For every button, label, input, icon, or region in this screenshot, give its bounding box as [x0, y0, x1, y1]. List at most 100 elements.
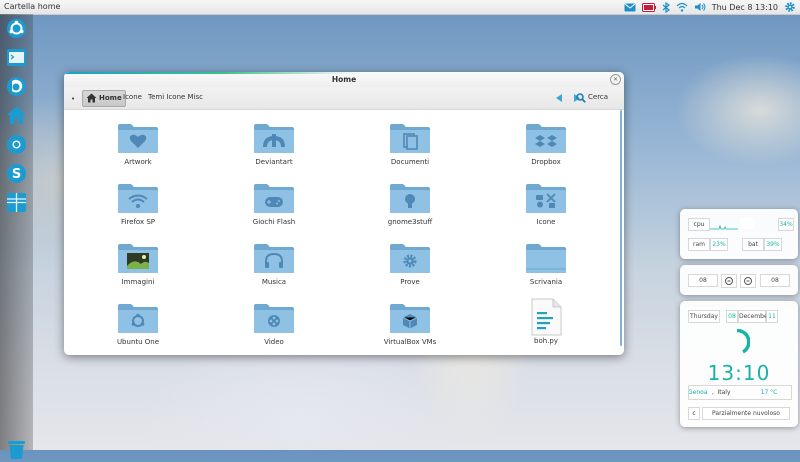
file-manager-window: Home ✕ • Home Icone Temi Icone Misc Cerc…	[64, 72, 624, 355]
clock-time: 13:10	[707, 361, 771, 385]
ram-label: ram	[688, 238, 710, 251]
mixer-right-knob[interactable]	[740, 274, 756, 288]
cpu-graph	[710, 218, 738, 230]
back-arrow-icon[interactable]	[554, 93, 564, 103]
film-folder-icon	[254, 304, 294, 333]
grid-item-label: Icone	[536, 218, 556, 226]
grid-item-label: Deviantart	[255, 158, 293, 166]
grid-item-label: Scrivania	[529, 278, 563, 286]
close-button[interactable]: ✕	[610, 74, 621, 85]
trash-icon[interactable]	[7, 440, 26, 462]
bat-label: bat	[742, 238, 764, 251]
temperature: 17 °C	[760, 389, 778, 396]
weekday: Thursday	[688, 310, 720, 323]
weather-glyph: c	[688, 407, 700, 420]
cpu-value: 34%	[778, 218, 794, 231]
grid-item-firefox-sp[interactable]: Firefox SP	[88, 182, 188, 242]
search-icon	[576, 93, 586, 103]
desktop-folder-icon	[526, 244, 566, 273]
volume-icon[interactable]	[694, 2, 706, 12]
mixer-right-value: 08	[760, 274, 790, 287]
grid-item-immagini[interactable]: Immagini	[88, 242, 188, 302]
wifi-icon[interactable]	[676, 2, 688, 12]
system-tray: Thu Dec 8 13:10	[624, 1, 796, 13]
grid-item-artwork[interactable]: Artwork	[88, 122, 188, 182]
grid-item-label: Video	[264, 338, 284, 346]
search-label: Cerca	[588, 93, 609, 101]
titlebar-accent-stripe	[64, 72, 354, 74]
grid-item-label: boh.py	[534, 337, 558, 345]
search-button[interactable]: Cerca	[576, 90, 609, 105]
close-icon: ✕	[612, 76, 619, 83]
grid-item-prove[interactable]: Prove	[360, 242, 460, 302]
grid-item-label: VirtualBox VMs	[383, 338, 437, 346]
grid-item-label: Artwork	[124, 158, 152, 166]
grid-item-label: Ubuntu One	[116, 338, 160, 346]
mixer-left-value: 08	[688, 274, 718, 287]
cpu-graph-gap	[740, 218, 754, 229]
panel-clock[interactable]: Thu Dec 8 13:10	[712, 3, 778, 12]
grid-item-label: Documenti	[390, 158, 430, 166]
pictures-folder-icon	[118, 244, 158, 273]
breadcrumb-home-label: Home	[99, 94, 122, 102]
home-icon	[86, 93, 97, 109]
ubuntu-icon[interactable]	[6, 18, 27, 39]
window-title: Home	[331, 75, 357, 84]
seconds-arc	[724, 328, 751, 357]
grid-item-virtualbox-vms[interactable]: VirtualBox VMs	[360, 302, 460, 355]
month-number: 11	[766, 310, 778, 323]
heart-folder-icon	[118, 124, 158, 153]
grid-item-label: Immagini	[121, 278, 155, 286]
text-file-icon	[531, 298, 562, 336]
settings-gear-icon[interactable]	[784, 1, 796, 13]
vertical-scrollbar[interactable]	[620, 110, 622, 346]
grid-item-label: Giochi Flash	[252, 218, 296, 226]
grid-item-label: Firefox SP	[120, 218, 156, 226]
dropbox-folder-icon	[526, 124, 566, 153]
grid-item-boh-py[interactable]: boh.py	[496, 298, 596, 355]
breadcrumb-icone[interactable]: Icone	[120, 90, 145, 105]
menu-toggle-icon[interactable]: •	[71, 95, 75, 103]
grid-item-dropbox[interactable]: Dropbox	[496, 122, 596, 182]
battery-icon[interactable]	[641, 2, 656, 12]
mixer-widget: 08 08	[680, 265, 798, 295]
gamepad-folder-icon	[254, 184, 294, 213]
bat-value: 39%	[764, 238, 782, 251]
system-monitor-widget: cpu 34% ram 23% bat 39%	[680, 209, 798, 259]
active-app-title[interactable]: Cartella home	[4, 2, 60, 11]
gear-folder-icon	[390, 244, 430, 273]
breadcrumb-temi-icone-misc[interactable]: Temi Icone Misc	[145, 90, 206, 105]
grid-item-ubuntu-one[interactable]: Ubuntu One	[88, 302, 188, 355]
grid-item-giochi-flash[interactable]: Giochi Flash	[224, 182, 324, 242]
deviantart-folder-icon	[254, 124, 294, 153]
home-folder-icon[interactable]	[6, 105, 27, 126]
skype-icon[interactable]: S	[6, 163, 27, 184]
firefox-icon[interactable]	[6, 76, 27, 97]
ram-value: 23%	[710, 238, 728, 251]
ubuntu-one-folder-icon	[118, 304, 158, 333]
workspaces-icon[interactable]	[6, 192, 27, 213]
mixer-left-knob[interactable]	[721, 274, 737, 288]
grid-item-icone[interactable]: Icone	[496, 182, 596, 242]
headphones-folder-icon	[254, 244, 294, 273]
clock-weather-widget: Thursday 08 December 11 13:10 Genoa , It…	[680, 301, 798, 427]
top-panel: Cartella home Thu Dec 8 13:10	[0, 0, 800, 15]
grid-item-label: Prove	[400, 278, 420, 286]
grid-item-scrivania[interactable]: Scrivania	[496, 242, 596, 302]
grid-item-documenti[interactable]: Documenti	[360, 122, 460, 182]
grid-item-label: Dropbox	[531, 158, 561, 166]
svg-text:S: S	[12, 167, 21, 182]
mail-icon[interactable]	[624, 3, 636, 12]
grid-item-musica[interactable]: Musica	[224, 242, 324, 302]
grid-item-label: Musica	[261, 278, 287, 286]
terminal-icon[interactable]	[6, 47, 27, 68]
month-name: December	[738, 310, 770, 323]
grid-item-video[interactable]: Video	[224, 302, 324, 355]
bluetooth-icon[interactable]	[662, 1, 670, 13]
grid-item-deviantart[interactable]: Deviantart	[224, 122, 324, 182]
window-titlebar[interactable]: Home ✕	[64, 72, 624, 87]
grid-item-gnome3stuff[interactable]: gnome3stuff	[360, 182, 460, 242]
toolbar: • Home Icone Temi Icone Misc Cerca	[64, 87, 624, 110]
bulb-folder-icon	[390, 184, 430, 213]
chrome-icon[interactable]	[6, 134, 27, 155]
